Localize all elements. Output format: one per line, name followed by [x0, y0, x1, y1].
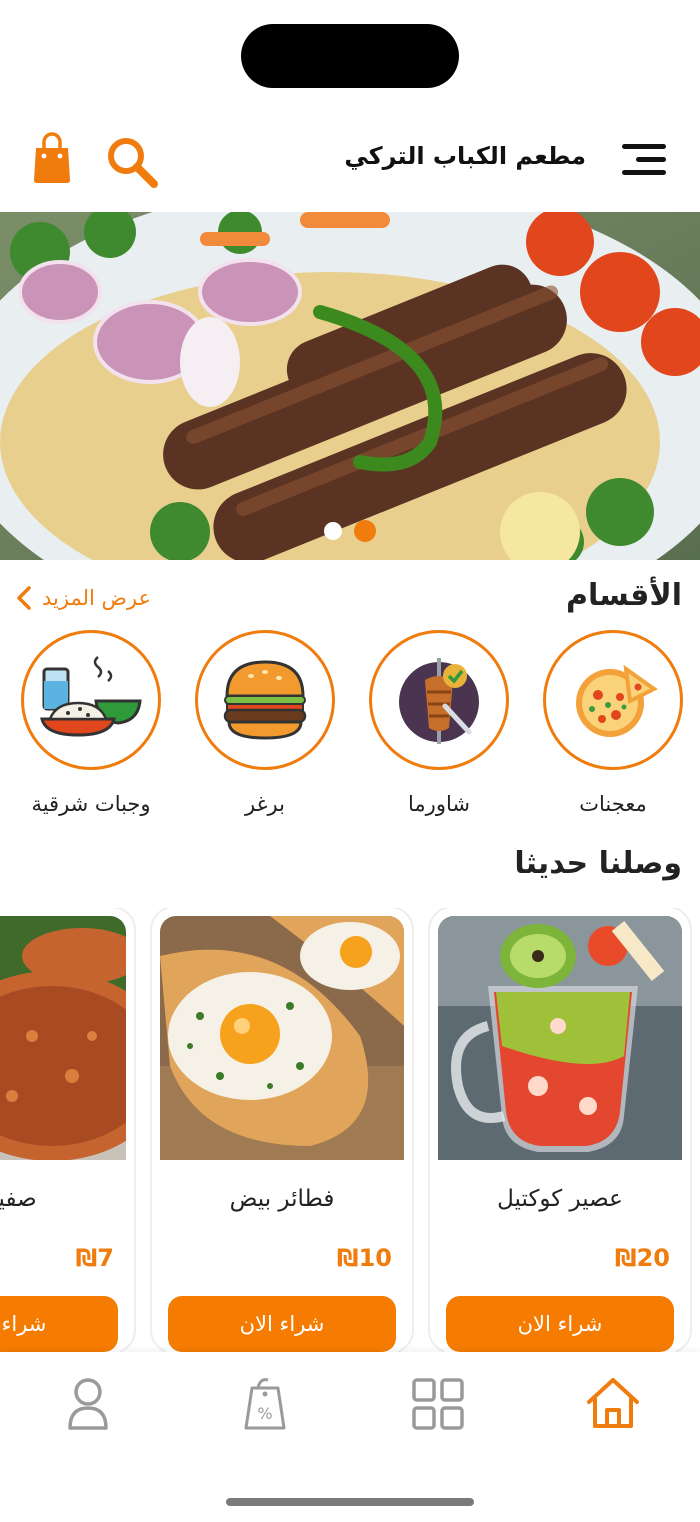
category-circle [543, 630, 683, 770]
category-circle [21, 630, 161, 770]
home-icon[interactable] [583, 1374, 643, 1434]
category-pastries[interactable]: معجنات [543, 630, 683, 816]
discount-tag-icon[interactable]: % [234, 1374, 294, 1434]
bottom-navigation: % [0, 1352, 700, 1522]
product-name: صفيحة [0, 1186, 37, 1212]
category-label: شاورما [408, 792, 470, 816]
app-header: مطعم الكباب التركي [0, 120, 700, 200]
burger-icon [223, 660, 307, 740]
menu-icon[interactable] [622, 140, 666, 180]
home-indicator [226, 1498, 474, 1506]
grid-icon[interactable] [408, 1374, 468, 1434]
shopping-bag-icon[interactable] [32, 132, 72, 184]
view-more-link[interactable]: عرض المزيد [16, 584, 151, 612]
buy-now-button[interactable]: شراء الان [446, 1296, 674, 1352]
shawarma-icon [399, 658, 479, 744]
banner-pagination[interactable] [324, 520, 384, 544]
app-title: مطعم الكباب التركي [344, 142, 586, 170]
search-icon[interactable] [104, 134, 160, 190]
new-arrivals-list: عصير كوكتيل ₪20 شراء الان فطائر بيض ₪10 … [0, 908, 700, 1352]
view-more-label: عرض المزيد [42, 586, 152, 610]
pizza-icon [576, 664, 658, 737]
product-price: ₪10 [336, 1244, 392, 1272]
svg-text:%: % [257, 1404, 272, 1423]
category-oriental-meals[interactable]: وجبات شرقية [21, 630, 161, 816]
product-name: فطائر بيض [229, 1186, 335, 1212]
device-notch [241, 24, 459, 88]
categories-list: معجنات شاورما برغر وجبات شرقية [0, 630, 700, 830]
product-name: عصير كوكتيل [497, 1186, 623, 1212]
oriental-meal-icon [40, 656, 142, 737]
product-image [160, 916, 404, 1160]
product-image [438, 916, 682, 1160]
categories-title: الأقسام [565, 578, 682, 613]
user-icon[interactable] [58, 1374, 118, 1434]
product-image [0, 916, 126, 1160]
chevron-left-icon [17, 586, 31, 610]
category-label: وجبات شرقية [31, 792, 151, 816]
buy-now-button[interactable]: شراء الان [0, 1296, 118, 1352]
buy-now-button[interactable]: شراء الان [168, 1296, 396, 1352]
product-card[interactable]: عصير كوكتيل ₪20 شراء الان [430, 908, 690, 1352]
category-circle [195, 630, 335, 770]
banner-dot-2[interactable] [354, 520, 376, 542]
banner-image[interactable] [0, 212, 700, 560]
product-card[interactable]: صفيحة ₪7 شراء الان [0, 908, 134, 1352]
product-price: ₪7 [75, 1244, 114, 1272]
category-shawarma[interactable]: شاورما [369, 630, 509, 816]
banner-dot-1[interactable] [324, 522, 342, 540]
new-arrivals-title: وصلنا حديثا [514, 846, 682, 881]
category-label: برغر [244, 792, 285, 816]
category-burger[interactable]: برغر [195, 630, 335, 816]
category-circle [369, 630, 509, 770]
product-card[interactable]: فطائر بيض ₪10 شراء الان [152, 908, 412, 1352]
product-price: ₪20 [614, 1244, 670, 1272]
category-label: معجنات [579, 792, 647, 816]
